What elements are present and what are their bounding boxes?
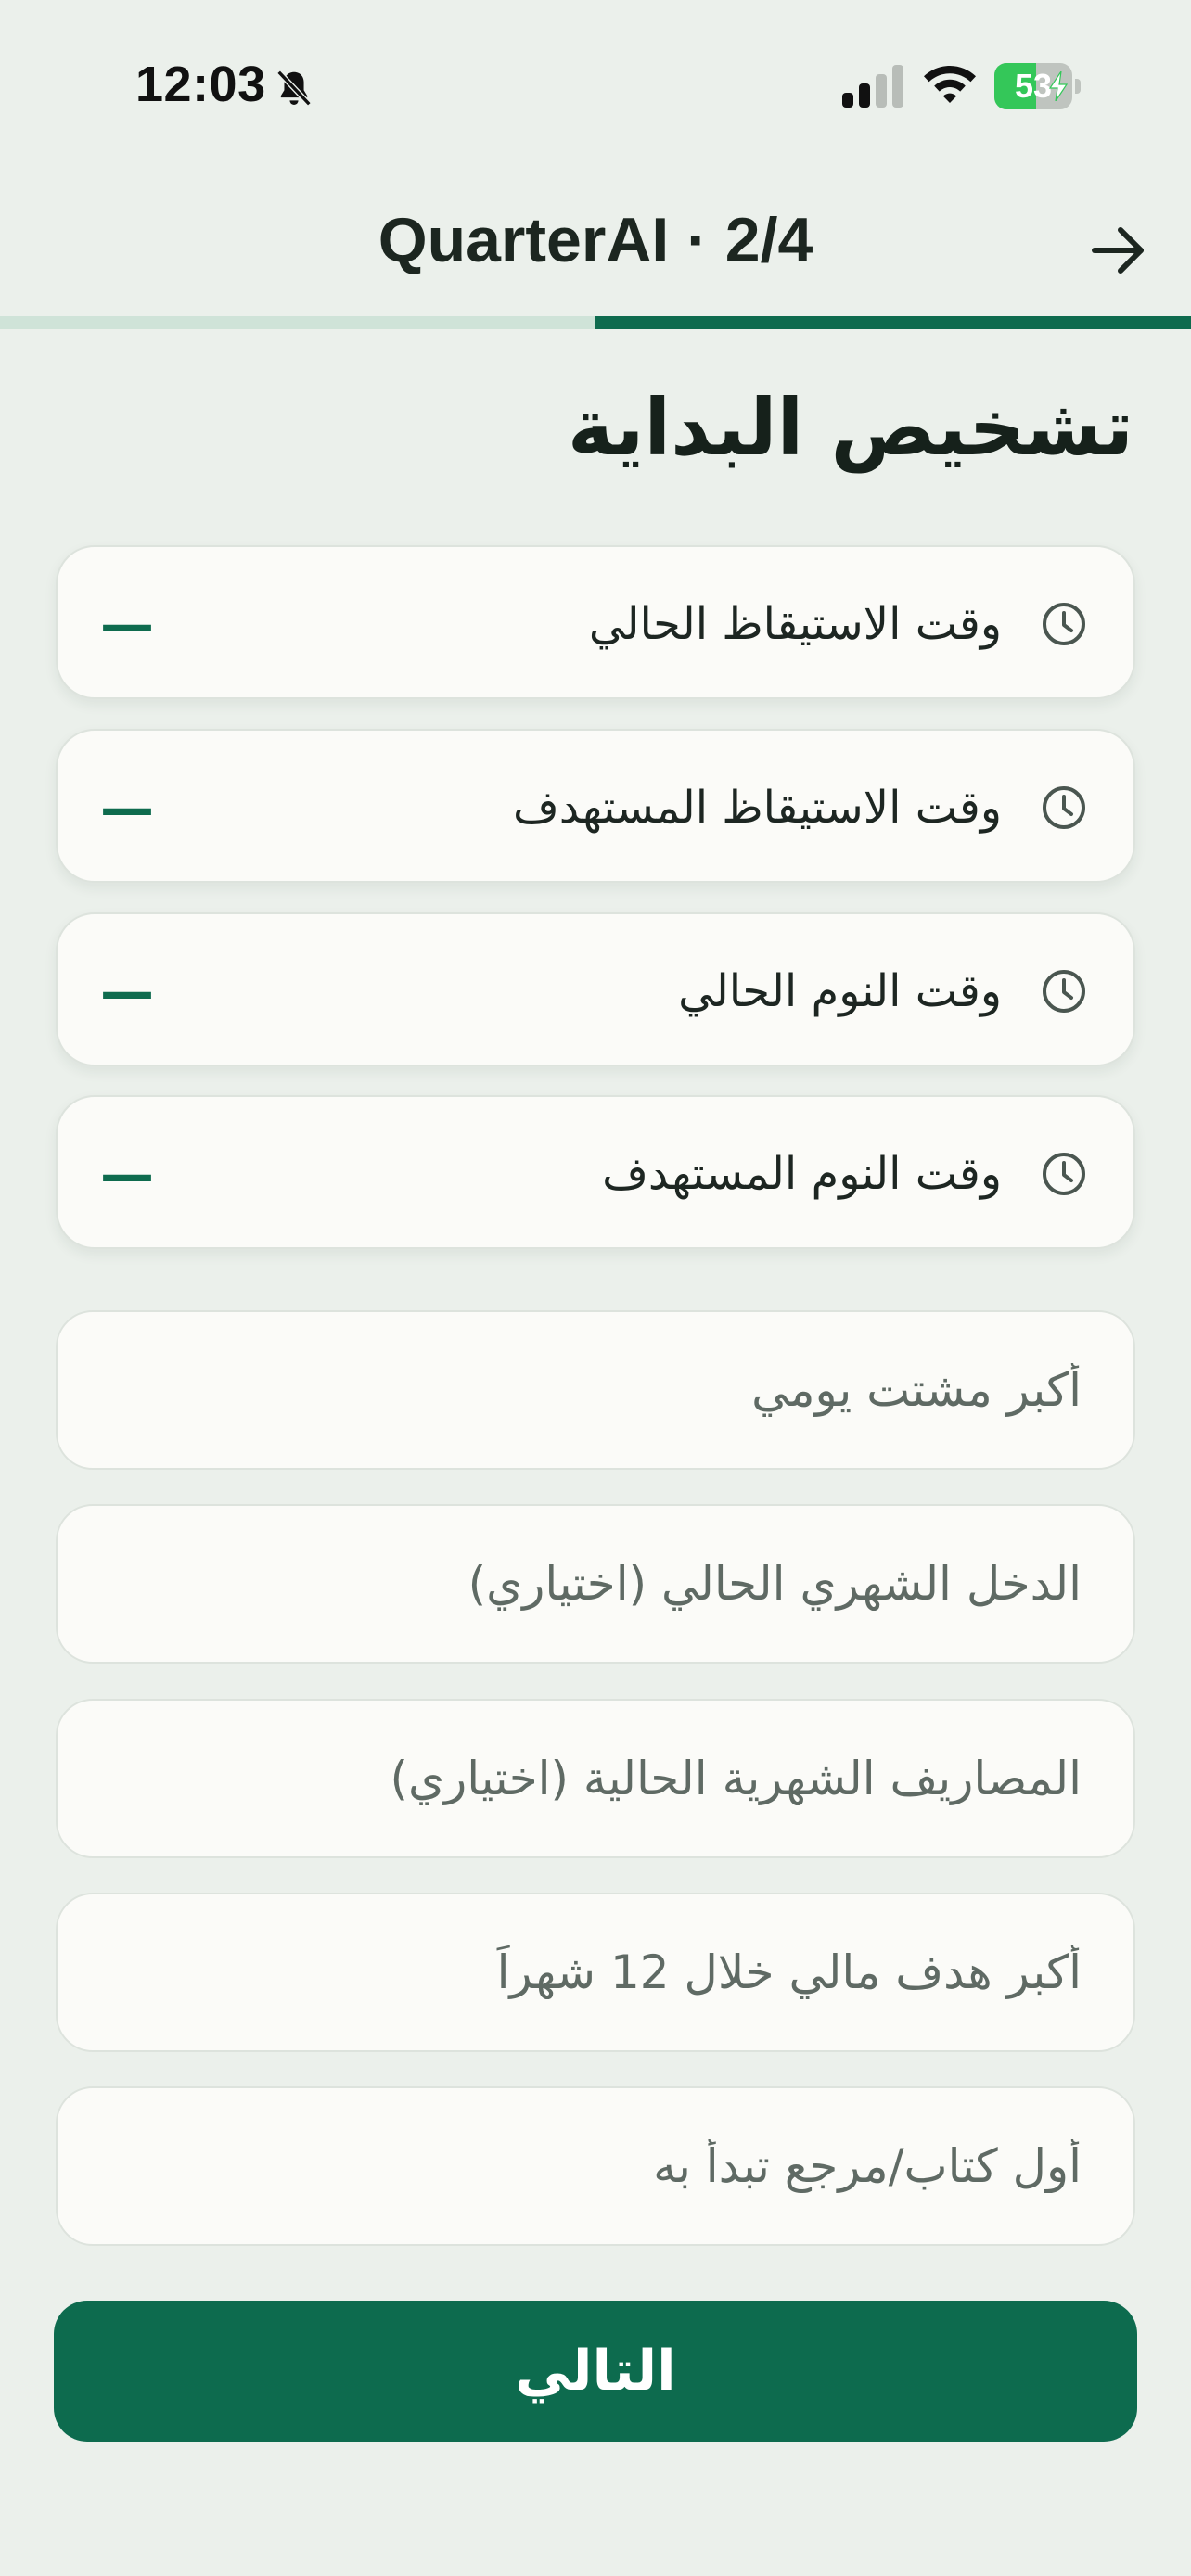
- biggest-distraction-input[interactable]: [56, 1310, 1135, 1470]
- clock-icon: [1043, 603, 1085, 645]
- target-sleep-time-row[interactable]: وقت النوم المستهدف —: [56, 1095, 1135, 1249]
- current-sleep-time-row[interactable]: وقت النوم الحالي —: [56, 912, 1135, 1066]
- time-row-value: —: [100, 960, 154, 1023]
- clock-icon: [1043, 1153, 1085, 1195]
- time-row-label: وقت الاستيقاظ المستهدف: [512, 782, 1002, 834]
- monthly-income-input[interactable]: [56, 1504, 1135, 1664]
- progress-bar: [0, 316, 1191, 329]
- bell-slash-icon: [276, 70, 312, 107]
- battery-cap: [1075, 79, 1081, 94]
- time-row-label: وقت النوم الحالي: [678, 965, 1002, 1017]
- current-wake-time-row[interactable]: وقت الاستيقاظ الحالي —: [56, 545, 1135, 699]
- battery-indicator: 53: [994, 63, 1082, 109]
- header-title: QuarterAI · 2/4: [378, 205, 813, 275]
- signal-icon: [842, 65, 903, 108]
- page-title: تشخيص البداية: [567, 382, 1133, 473]
- back-button[interactable]: [1076, 209, 1159, 292]
- clock-icon: [1043, 786, 1085, 829]
- next-button[interactable]: التالي: [54, 2301, 1137, 2442]
- status-time: 12:03: [135, 57, 266, 112]
- time-row-label: وقت النوم المستهدف: [602, 1148, 1002, 1200]
- target-wake-time-row[interactable]: وقت الاستيقاظ المستهدف —: [56, 729, 1135, 883]
- time-row-label: وقت الاستيقاظ الحالي: [588, 598, 1002, 650]
- time-row-value: —: [100, 593, 154, 656]
- financial-goal-input[interactable]: [56, 1893, 1135, 2052]
- wifi-icon: [924, 66, 976, 103]
- arrow-right-icon: [1092, 227, 1144, 274]
- header: QuarterAI · 2/4: [0, 176, 1191, 315]
- screen: 12:03 53 QuarterAI · 2/4 تشخيص البداية و…: [0, 0, 1191, 2576]
- monthly-expenses-input[interactable]: [56, 1699, 1135, 1858]
- progress-fill: [596, 316, 1191, 329]
- status-bar: 12:03 53: [0, 0, 1191, 176]
- time-row-value: —: [100, 1142, 154, 1205]
- first-book-input[interactable]: [56, 2086, 1135, 2246]
- clock-icon: [1043, 970, 1085, 1013]
- charging-bolt-icon: [1048, 71, 1069, 101]
- time-row-value: —: [100, 776, 154, 839]
